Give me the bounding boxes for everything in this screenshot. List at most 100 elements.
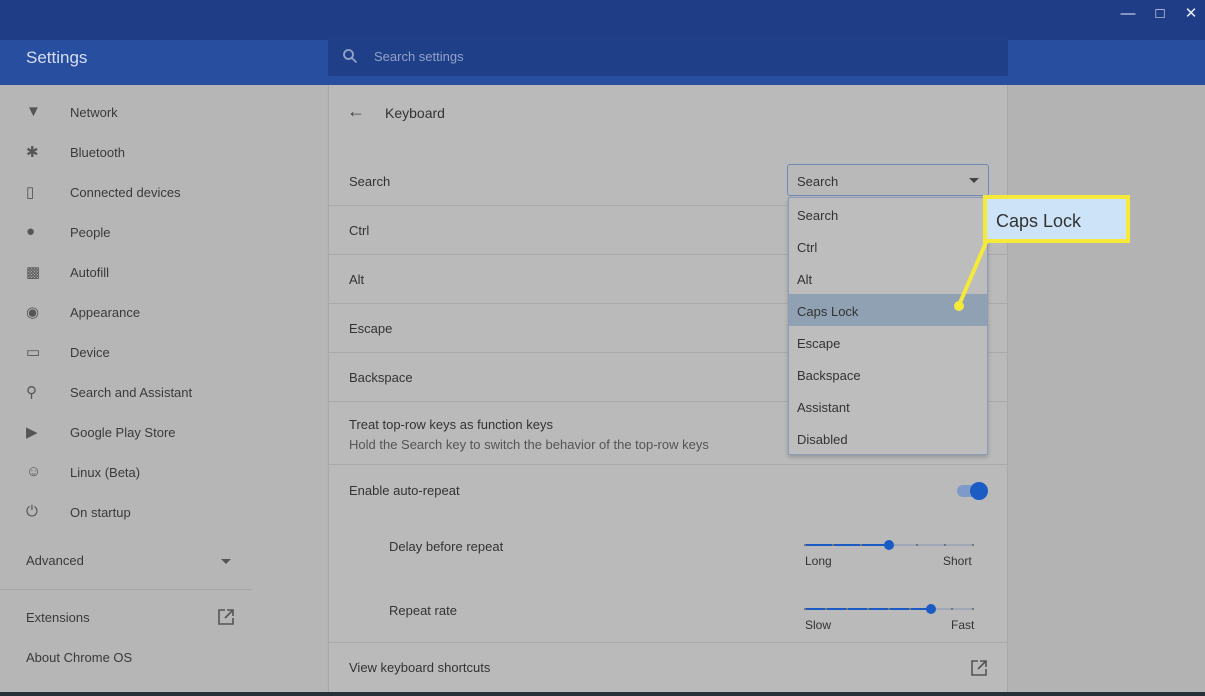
key-label: Alt [349,272,365,287]
slider-tick [972,608,974,610]
power-icon: ⏻ [26,503,38,520]
phone-icon: ▯ [26,184,35,201]
bluetooth-icon: ✱ [26,144,39,161]
app-title: Settings [26,48,88,67]
key-label: Search [349,174,391,189]
sidebar-item-label: People [70,225,111,240]
slider-tick [832,544,834,546]
chevron-down-icon [221,559,231,564]
penguin-icon: ☺ [26,463,42,480]
sidebar-item-search-and-assistant[interactable]: ⚲ Search and Assistant [0,375,327,409]
slider-thumb[interactable] [926,604,936,614]
sidebar-item-on-startup[interactable]: ⏻ On startup [0,495,327,529]
option-label: Search [797,208,839,223]
delay-label: Delay before repeat [389,539,504,554]
repeat-rate-slider[interactable] [804,603,974,615]
sidebar-advanced[interactable]: Advanced [0,543,327,577]
sidebar-item-label: Search and Assistant [70,385,193,400]
sidebar: ▼ Network ✱ Bluetooth ▯ Connected devices ● Peo… [0,85,327,692]
play-store-icon: ▶ [26,424,38,441]
auto-repeat-label: Enable auto-repeat [349,483,460,498]
sidebar-item-label: Connected devices [70,185,181,200]
person-icon: ● [26,223,36,240]
sidebar-item-network[interactable]: ▼ Network [0,95,327,129]
sidebar-item-label: Network [70,105,118,120]
sidebar-item-bluetooth[interactable]: ✱ Bluetooth [0,135,327,169]
delay-max-label: Short [943,554,972,568]
sidebar-item-linux-beta[interactable]: ☺ Linux (Beta) [0,455,327,489]
sidebar-item-connected-devices[interactable]: ▯ Connected devices [0,175,327,209]
dropdown-option[interactable]: Backspace [789,358,987,390]
search-icon: ⚲ [26,384,37,401]
slider-thumb[interactable] [884,540,894,550]
slider-tick [860,544,862,546]
back-arrow-icon[interactable]: ← [347,101,365,122]
slider-tick [804,608,806,610]
slider-tick [909,608,911,610]
auto-repeat-section: Enable auto-repeat Delay before repeat L… [329,465,1009,643]
sidebar-item-device[interactable]: ▭ Device [0,335,327,369]
callout-text: Caps Lock [996,211,1082,231]
extensions-label: Extensions [26,610,90,625]
key-label: Backspace [349,370,413,385]
sidebar-item-people[interactable]: ● People [0,215,327,249]
callout-box: Caps Lock [983,195,1130,243]
dropdown-option[interactable]: Disabled [789,422,987,454]
close-icon[interactable]: ✕ [1181,6,1201,22]
sidebar-item-label: Appearance [70,305,141,320]
auto-repeat-toggle[interactable] [957,482,988,500]
slider-fill [805,544,889,546]
laptop-icon: ▭ [26,344,41,361]
sidebar-item-label: Bluetooth [70,145,125,160]
minimize-icon[interactable]: — [1118,6,1138,22]
sidebar-item-autofill[interactable]: ▩ Autofill [0,255,327,289]
sidebar-item-label: On startup [70,505,131,520]
delay-min-label: Long [805,554,832,568]
slider-tick [804,544,806,546]
slider-tick [972,544,974,546]
keyboard-shortcuts-row[interactable]: View keyboard shortcuts [329,643,1009,692]
page-title: Keyboard [385,105,445,121]
top-row-label: Treat top-row keys as function keys [349,417,553,432]
rate-min-label: Slow [805,618,832,632]
rate-max-label: Fast [951,618,975,632]
option-label: Escape [797,336,841,351]
shelf [0,692,1205,696]
open-external-icon [971,660,987,676]
dropdown-value: Search [797,174,839,189]
sidebar-item-label: Device [70,345,110,360]
slider-tick [867,608,869,610]
sidebar-item-label: Google Play Store [70,425,176,440]
caret-down-icon [969,178,979,183]
slider-tick [944,544,946,546]
open-external-icon [218,609,234,625]
palette-icon: ◉ [26,304,40,321]
option-label: Alt [797,272,813,287]
sidebar-item-google-play-store[interactable]: ▶ Google Play Store [0,415,327,449]
sidebar-extensions[interactable]: Extensions [0,600,327,634]
dropdown-option[interactable]: Assistant [789,390,987,422]
slider-tick [951,608,953,610]
search-input[interactable]: Search settings [328,37,1008,76]
sidebar-item-appearance[interactable]: ◉ Appearance [0,295,327,329]
search-placeholder: Search settings [374,49,464,64]
key-label: Escape [349,321,393,336]
title-bar [0,0,1205,40]
option-label: Backspace [797,368,861,383]
wifi-icon: ▼ [26,103,41,120]
shortcuts-label: View keyboard shortcuts [349,660,491,675]
search-icon [343,49,358,64]
option-label: Ctrl [797,240,818,255]
delay-slider[interactable] [804,539,974,551]
sidebar-about[interactable]: About Chrome OS [0,640,327,674]
option-label: Caps Lock [797,304,859,319]
dropdown-option[interactable]: Search [789,198,987,230]
key-remap-dropdown[interactable]: Search [787,164,989,196]
slider-tick [846,608,848,610]
dropdown-option[interactable]: Escape [789,326,987,358]
sidebar-item-label: Linux (Beta) [70,465,141,480]
option-label: Disabled [797,432,848,447]
slider-tick [888,608,890,610]
maximize-icon[interactable]: □ [1150,6,1170,22]
rate-label: Repeat rate [389,603,457,618]
